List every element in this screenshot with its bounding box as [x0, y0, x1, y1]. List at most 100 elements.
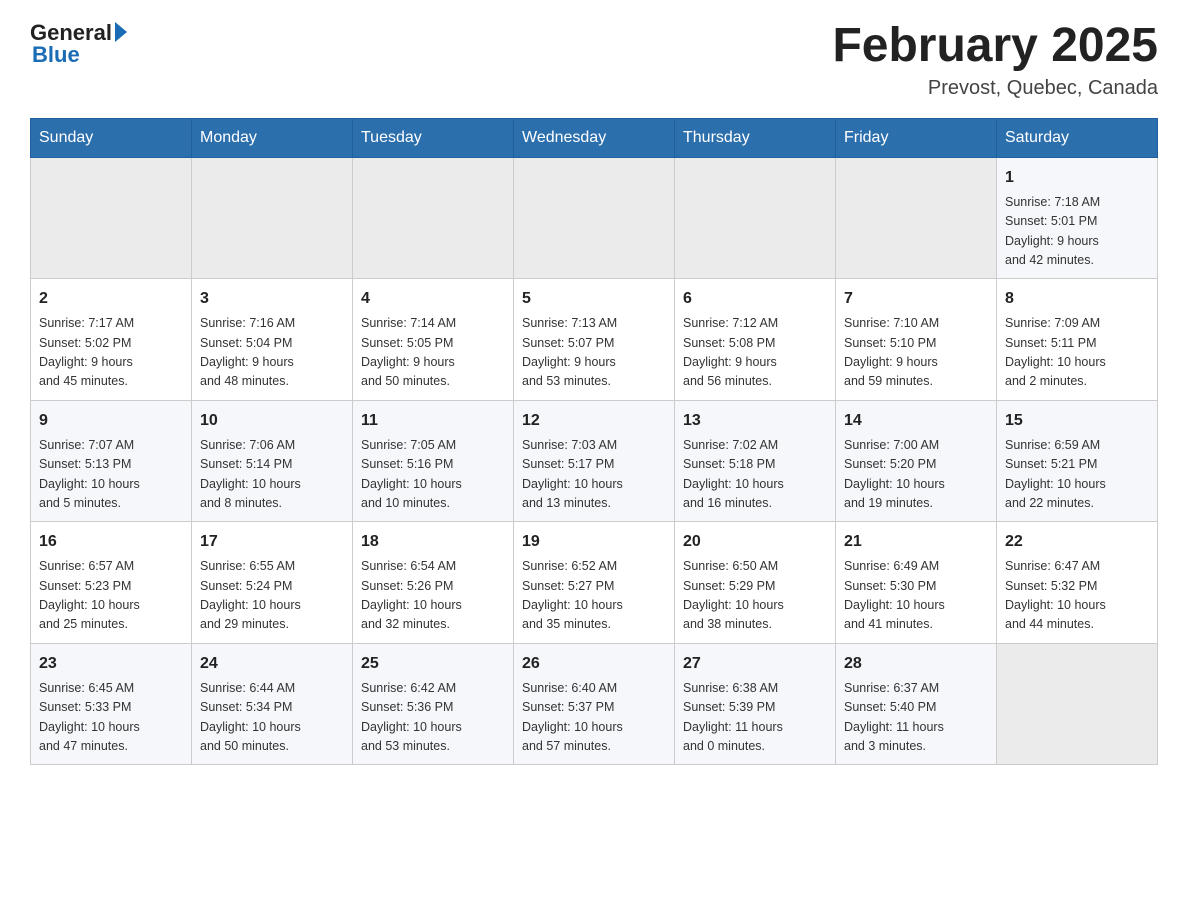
title-area: February 2025 Prevost, Quebec, Canada	[832, 20, 1158, 100]
calendar-day-cell	[31, 157, 192, 279]
calendar-week-row: 1 Sunrise: 7:18 AM Sunset: 5:01 PM Daylig…	[31, 157, 1158, 279]
day-number: 11	[361, 409, 505, 433]
day-number: 6	[683, 287, 827, 311]
calendar-day-cell: 27 Sunrise: 6:38 AM Sunset: 5:39 PM Dayli…	[675, 643, 836, 765]
location-subtitle: Prevost, Quebec, Canada	[832, 77, 1158, 100]
day-number: 14	[844, 409, 988, 433]
day-number: 1	[1005, 166, 1149, 190]
day-number: 19	[522, 530, 666, 554]
calendar-day-cell: 18Sunrise: 6:54 AM Sunset: 5:26 PM Dayli…	[353, 522, 514, 644]
calendar-day-cell: 11Sunrise: 7:05 AM Sunset: 5:16 PM Dayli…	[353, 400, 514, 522]
calendar-day-cell	[353, 157, 514, 279]
day-info: Sunrise: 6:47 AM Sunset: 5:32 PM Dayligh…	[1005, 557, 1149, 635]
day-info: Sunrise: 6:50 AM Sunset: 5:29 PM Dayligh…	[683, 557, 827, 635]
day-number: 27	[683, 652, 827, 676]
day-info: Sunrise: 7:10 AM Sunset: 5:10 PM Dayligh…	[844, 314, 988, 392]
calendar-day-cell: 28 Sunrise: 6:37 AM Sunset: 5:40 PM Dayli…	[836, 643, 997, 765]
calendar-day-cell	[192, 157, 353, 279]
calendar-day-cell: 12 Sunrise: 7:03 AM Sunset: 5:17 PM Dayli…	[514, 400, 675, 522]
day-info: Sunrise: 6:54 AM Sunset: 5:26 PM Dayligh…	[361, 557, 505, 635]
day-number: 24	[200, 652, 344, 676]
day-number: 5	[522, 287, 666, 311]
day-number: 20	[683, 530, 827, 554]
calendar-day-cell	[514, 157, 675, 279]
logo-arrow-icon	[115, 22, 127, 42]
logo: General Blue	[30, 20, 127, 68]
day-info: Sunrise: 7:18 AM Sunset: 5:01 PM Dayligh…	[1005, 193, 1149, 271]
calendar-day-cell: 10 Sunrise: 7:06 AM Sunset: 5:14 PM Dayli…	[192, 400, 353, 522]
day-info: Sunrise: 7:12 AM Sunset: 5:08 PM Dayligh…	[683, 314, 827, 392]
calendar-week-row: 2 Sunrise: 7:17 AM Sunset: 5:02 PM Daylig…	[31, 279, 1158, 401]
day-info: Sunrise: 6:55 AM Sunset: 5:24 PM Dayligh…	[200, 557, 344, 635]
day-number: 2	[39, 287, 183, 311]
day-info: Sunrise: 6:45 AM Sunset: 5:33 PM Dayligh…	[39, 679, 183, 757]
day-number: 8	[1005, 287, 1149, 311]
day-info: Sunrise: 7:09 AM Sunset: 5:11 PM Dayligh…	[1005, 314, 1149, 392]
day-info: Sunrise: 6:37 AM Sunset: 5:40 PM Dayligh…	[844, 679, 988, 757]
day-info: Sunrise: 6:38 AM Sunset: 5:39 PM Dayligh…	[683, 679, 827, 757]
calendar-day-cell	[836, 157, 997, 279]
calendar-day-cell: 24 Sunrise: 6:44 AM Sunset: 5:34 PM Dayli…	[192, 643, 353, 765]
calendar-day-cell: 6 Sunrise: 7:12 AM Sunset: 5:08 PM Daylig…	[675, 279, 836, 401]
calendar-day-cell: 15 Sunrise: 6:59 AM Sunset: 5:21 PM Dayli…	[997, 400, 1158, 522]
day-number: 22	[1005, 530, 1149, 554]
day-info: Sunrise: 7:17 AM Sunset: 5:02 PM Dayligh…	[39, 314, 183, 392]
day-number: 16	[39, 530, 183, 554]
day-number: 23	[39, 652, 183, 676]
calendar-day-cell: 9Sunrise: 7:07 AM Sunset: 5:13 PM Daylig…	[31, 400, 192, 522]
day-info: Sunrise: 7:06 AM Sunset: 5:14 PM Dayligh…	[200, 436, 344, 514]
calendar-day-cell: 3 Sunrise: 7:16 AM Sunset: 5:04 PM Daylig…	[192, 279, 353, 401]
calendar-day-cell: 2 Sunrise: 7:17 AM Sunset: 5:02 PM Daylig…	[31, 279, 192, 401]
calendar-day-cell: 20 Sunrise: 6:50 AM Sunset: 5:29 PM Dayli…	[675, 522, 836, 644]
day-number: 26	[522, 652, 666, 676]
calendar-day-header: Wednesday	[514, 118, 675, 157]
month-title: February 2025	[832, 20, 1158, 73]
calendar-header-row: SundayMondayTuesdayWednesdayThursdayFrid…	[31, 118, 1158, 157]
day-info: Sunrise: 7:07 AM Sunset: 5:13 PM Dayligh…	[39, 436, 183, 514]
day-number: 10	[200, 409, 344, 433]
day-number: 28	[844, 652, 988, 676]
day-number: 12	[522, 409, 666, 433]
day-info: Sunrise: 6:52 AM Sunset: 5:27 PM Dayligh…	[522, 557, 666, 635]
calendar-day-cell	[675, 157, 836, 279]
day-number: 7	[844, 287, 988, 311]
calendar-day-cell: 19 Sunrise: 6:52 AM Sunset: 5:27 PM Dayli…	[514, 522, 675, 644]
day-info: Sunrise: 6:49 AM Sunset: 5:30 PM Dayligh…	[844, 557, 988, 635]
calendar-week-row: 16 Sunrise: 6:57 AM Sunset: 5:23 PM Dayli…	[31, 522, 1158, 644]
day-info: Sunrise: 6:40 AM Sunset: 5:37 PM Dayligh…	[522, 679, 666, 757]
day-number: 4	[361, 287, 505, 311]
day-info: Sunrise: 7:03 AM Sunset: 5:17 PM Dayligh…	[522, 436, 666, 514]
calendar-day-header: Thursday	[675, 118, 836, 157]
calendar-day-cell: 23 Sunrise: 6:45 AM Sunset: 5:33 PM Dayli…	[31, 643, 192, 765]
calendar-day-header: Tuesday	[353, 118, 514, 157]
day-info: Sunrise: 6:59 AM Sunset: 5:21 PM Dayligh…	[1005, 436, 1149, 514]
day-number: 17	[200, 530, 344, 554]
calendar-table: SundayMondayTuesdayWednesdayThursdayFrid…	[30, 118, 1158, 766]
day-number: 13	[683, 409, 827, 433]
calendar-day-cell: 25Sunrise: 6:42 AM Sunset: 5:36 PM Dayli…	[353, 643, 514, 765]
day-info: Sunrise: 6:44 AM Sunset: 5:34 PM Dayligh…	[200, 679, 344, 757]
calendar-day-cell: 16 Sunrise: 6:57 AM Sunset: 5:23 PM Dayli…	[31, 522, 192, 644]
calendar-day-header: Monday	[192, 118, 353, 157]
calendar-day-header: Friday	[836, 118, 997, 157]
day-number: 21	[844, 530, 988, 554]
calendar-day-header: Sunday	[31, 118, 192, 157]
day-info: Sunrise: 6:57 AM Sunset: 5:23 PM Dayligh…	[39, 557, 183, 635]
day-number: 3	[200, 287, 344, 311]
page-header: General Blue February 2025 Prevost, Queb…	[30, 20, 1158, 100]
calendar-day-cell: 22 Sunrise: 6:47 AM Sunset: 5:32 PM Dayli…	[997, 522, 1158, 644]
day-info: Sunrise: 6:42 AM Sunset: 5:36 PM Dayligh…	[361, 679, 505, 757]
calendar-day-header: Saturday	[997, 118, 1158, 157]
calendar-week-row: 23 Sunrise: 6:45 AM Sunset: 5:33 PM Dayli…	[31, 643, 1158, 765]
logo-blue-text: Blue	[32, 42, 80, 68]
day-number: 15	[1005, 409, 1149, 433]
calendar-day-cell: 7 Sunrise: 7:10 AM Sunset: 5:10 PM Daylig…	[836, 279, 997, 401]
calendar-day-cell: 13 Sunrise: 7:02 AM Sunset: 5:18 PM Dayli…	[675, 400, 836, 522]
day-info: Sunrise: 7:02 AM Sunset: 5:18 PM Dayligh…	[683, 436, 827, 514]
calendar-day-cell: 26 Sunrise: 6:40 AM Sunset: 5:37 PM Dayli…	[514, 643, 675, 765]
calendar-day-cell: 4Sunrise: 7:14 AM Sunset: 5:05 PM Daylig…	[353, 279, 514, 401]
calendar-day-cell: 5Sunrise: 7:13 AM Sunset: 5:07 PM Daylig…	[514, 279, 675, 401]
day-info: Sunrise: 7:16 AM Sunset: 5:04 PM Dayligh…	[200, 314, 344, 392]
calendar-day-cell: 8 Sunrise: 7:09 AM Sunset: 5:11 PM Daylig…	[997, 279, 1158, 401]
day-info: Sunrise: 7:00 AM Sunset: 5:20 PM Dayligh…	[844, 436, 988, 514]
